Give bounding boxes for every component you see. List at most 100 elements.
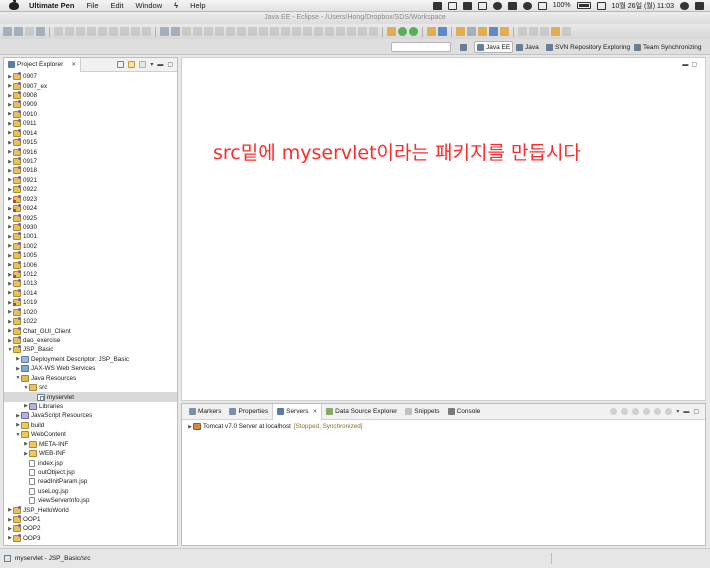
package-wizard-icon[interactable] bbox=[325, 27, 334, 36]
tree-item[interactable]: ▶ Deployment Descriptor: JSP_Basic bbox=[4, 355, 177, 364]
interface-icon[interactable] bbox=[303, 27, 312, 36]
sync-icon[interactable] bbox=[492, 1, 502, 10]
tree-item[interactable]: ▶ OOP3 bbox=[4, 533, 177, 543]
tree-item[interactable]: ▶ 0907_ex bbox=[4, 81, 177, 90]
save-all-icon[interactable] bbox=[25, 27, 34, 36]
apple-menu-icon[interactable] bbox=[9, 0, 19, 10]
html-icon[interactable] bbox=[193, 27, 202, 36]
tree-item[interactable]: ▶ 1022 bbox=[4, 317, 177, 326]
link-with-editor-icon[interactable] bbox=[128, 61, 136, 68]
step-return-icon[interactable] bbox=[142, 27, 151, 36]
perspective-svn[interactable]: SVN Repository Exploring bbox=[544, 41, 632, 53]
view-menu-icon[interactable]: ▾ bbox=[676, 408, 679, 415]
tree-item[interactable]: ▶ 0930 bbox=[4, 222, 177, 232]
disconnect-icon[interactable] bbox=[109, 27, 118, 36]
new-icon[interactable] bbox=[3, 27, 12, 36]
editor-window-controls[interactable]: ▬▢ bbox=[682, 61, 700, 68]
tree-item[interactable]: ▶ 0907 bbox=[4, 72, 177, 81]
tab-servers[interactable]: Servers ✕ bbox=[272, 403, 323, 420]
speaker-icon[interactable] bbox=[537, 1, 547, 10]
servlet-icon[interactable] bbox=[171, 27, 180, 36]
battery-icon[interactable] bbox=[576, 2, 591, 9]
menu-edit[interactable]: Edit bbox=[111, 1, 124, 10]
tree-item[interactable]: ▶ 0910 bbox=[4, 109, 177, 119]
bolt-icon[interactable]: ϟ bbox=[174, 1, 178, 10]
start-server-icon[interactable] bbox=[621, 408, 629, 415]
resume-icon[interactable] bbox=[76, 27, 85, 36]
pencil-icon[interactable] bbox=[478, 27, 487, 36]
tree-item[interactable]: ▶ 1005 bbox=[4, 251, 177, 260]
tree-item[interactable]: ▶ 0916 bbox=[4, 147, 177, 156]
tree-item[interactable]: readInitParam.jsp bbox=[4, 477, 177, 486]
step-into-icon[interactable] bbox=[120, 27, 129, 36]
wifi-icon[interactable] bbox=[522, 1, 532, 10]
tree-item[interactable]: ▶ OOP1 bbox=[4, 515, 177, 524]
print-icon[interactable] bbox=[36, 27, 45, 36]
tree-item[interactable]: ▶ 0921 bbox=[4, 175, 177, 185]
tree-item[interactable]: ▶ WEB-INF bbox=[4, 449, 177, 458]
tree-item[interactable]: outObject.jsp bbox=[4, 468, 177, 477]
save-icon[interactable] bbox=[14, 27, 23, 36]
step-over-icon[interactable] bbox=[131, 27, 140, 36]
tree-item[interactable]: ▶ 0924 bbox=[4, 204, 177, 213]
jpa-icon[interactable] bbox=[281, 27, 290, 36]
tree-item[interactable]: ▶ META-INF bbox=[4, 439, 177, 448]
skip-breakpoints-icon[interactable] bbox=[65, 27, 74, 36]
tree-item[interactable]: ▶ Chat_GUI_Client bbox=[4, 326, 177, 335]
close-icon[interactable]: ✕ bbox=[313, 409, 318, 415]
back-icon[interactable] bbox=[551, 27, 560, 36]
last-edit-icon[interactable] bbox=[540, 27, 549, 36]
tree-item[interactable]: ▶ 0918 bbox=[4, 166, 177, 175]
debug-server-icon[interactable] bbox=[610, 408, 618, 415]
search-wizard-icon[interactable] bbox=[347, 27, 356, 36]
tab-console[interactable]: Console bbox=[444, 404, 485, 420]
external-tools-icon[interactable] bbox=[358, 27, 367, 36]
collapse-all-icon[interactable] bbox=[117, 61, 125, 68]
menu-file[interactable]: File bbox=[86, 1, 98, 10]
tree-item[interactable]: ▶ 0909 bbox=[4, 100, 177, 109]
minimize-icon[interactable]: ▬ bbox=[157, 62, 163, 68]
debug-gear-icon[interactable] bbox=[387, 27, 396, 36]
tree-item[interactable]: useLog.jsp bbox=[4, 487, 177, 496]
toggle-breakpoint-icon[interactable] bbox=[54, 27, 63, 36]
maximize-icon[interactable]: ▢ bbox=[167, 61, 173, 68]
tree-item[interactable]: ▶ dao_exercise bbox=[4, 336, 177, 345]
menubar-clock[interactable]: 10월 26일 (월) 11:03 bbox=[612, 1, 674, 11]
sql-icon[interactable] bbox=[237, 27, 246, 36]
tree-item[interactable]: ▶ 0922 bbox=[4, 185, 177, 194]
tree-item[interactable]: ▶ 1002 bbox=[4, 241, 177, 251]
tree-item[interactable]: ▶ 1006 bbox=[4, 260, 177, 269]
tree-item[interactable]: ▼ src bbox=[4, 383, 177, 392]
menu-window[interactable]: Window bbox=[135, 1, 162, 10]
xml-icon[interactable] bbox=[226, 27, 235, 36]
perspective-team-sync[interactable]: Team Synchronizing bbox=[632, 41, 704, 53]
tree-item[interactable]: ▼ WebContent bbox=[4, 430, 177, 439]
run-icon[interactable] bbox=[398, 27, 407, 36]
server-row[interactable]: ▶ Tomcat v7.0 Server at localhost [Stopp… bbox=[187, 423, 362, 430]
open-resource-icon[interactable] bbox=[467, 27, 476, 36]
focus-task-icon[interactable] bbox=[139, 61, 147, 68]
tree-item[interactable]: ▶ 1001 bbox=[4, 232, 177, 241]
server-icon[interactable] bbox=[160, 27, 169, 36]
disconnect-server-icon[interactable] bbox=[665, 408, 673, 415]
tree-item[interactable]: ▶ 0925 bbox=[4, 213, 177, 222]
open-type-icon[interactable] bbox=[427, 27, 436, 36]
globe-icon[interactable] bbox=[489, 27, 498, 36]
tree-item[interactable]: ▶ 0917 bbox=[4, 157, 177, 166]
ejb-icon[interactable] bbox=[259, 27, 268, 36]
spotlight-icon[interactable] bbox=[680, 1, 689, 10]
perspective-java-ee[interactable]: Java EE bbox=[474, 41, 514, 53]
view-menu-icon[interactable]: ▾ bbox=[150, 61, 153, 68]
publish-server-icon[interactable] bbox=[654, 408, 662, 415]
bluetooth-icon[interactable] bbox=[507, 1, 517, 10]
run-as-icon[interactable] bbox=[409, 27, 418, 36]
tree-item[interactable]: ▶ 1013 bbox=[4, 279, 177, 288]
tree-item[interactable]: ▶ OOP2 bbox=[4, 524, 177, 533]
clipboard-icon[interactable] bbox=[477, 1, 487, 10]
tree-item[interactable]: ▶ JavaScript Resources bbox=[4, 411, 177, 420]
tree-item[interactable]: ▶ 0914 bbox=[4, 128, 177, 138]
enum-icon[interactable] bbox=[314, 27, 323, 36]
tree-item[interactable]: ▶ Libraries bbox=[4, 402, 177, 411]
mountain-icon[interactable] bbox=[462, 1, 472, 10]
next-annotation-icon[interactable] bbox=[518, 27, 527, 36]
